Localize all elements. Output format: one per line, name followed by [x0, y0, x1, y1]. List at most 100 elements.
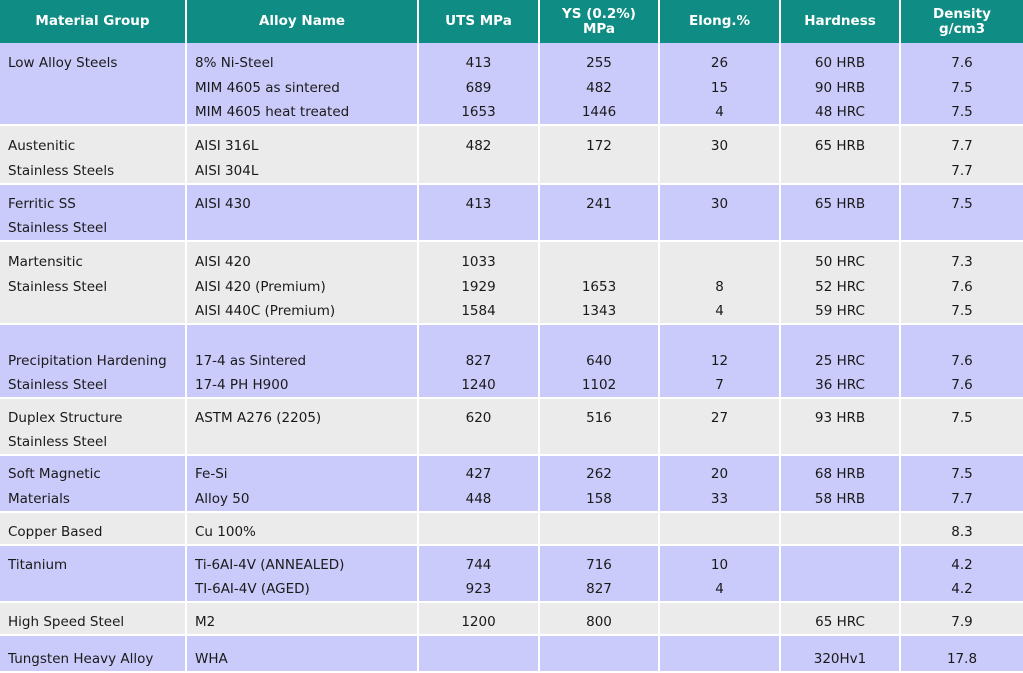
alloy-name-line: AISI 420 (Premium) — [195, 279, 326, 295]
ys-cell — [539, 635, 660, 672]
density-cell: 7.5 — [900, 184, 1023, 241]
material-group-cell: Titanium — [0, 545, 187, 602]
density-line: 7.7 — [951, 138, 973, 154]
uts-line: 827 — [465, 353, 492, 369]
ys-line: 262 — [586, 466, 612, 482]
material-properties-table: Material Group Alloy Name UTS MPa YS (0.… — [0, 0, 1023, 673]
ys-cell: 516 — [539, 398, 660, 455]
density-line: 7.6 — [951, 279, 973, 295]
material-group-cell: Austenitic Stainless Steels — [0, 125, 187, 184]
material-group-line: Stainless Steel — [8, 377, 108, 393]
table-row: Martensitic Stainless Steel AISI 420 AISI 4… — [0, 241, 1023, 324]
alloy-name-cell: AISI 316L AISI 304L — [186, 125, 419, 184]
ys-line: 482 — [586, 80, 612, 96]
ys-line: 1653 — [581, 279, 617, 295]
uts-line: 689 — [465, 80, 492, 96]
header-ys: YS (0.2%) MPa — [539, 0, 660, 43]
table-row: High Speed Steel M2 1200 800 65 HRC 7.9 — [0, 602, 1023, 635]
uts-cell: 482 — [418, 125, 540, 184]
table-row: Low Alloy Steels 8% Ni-Steel MIM 4605 as s… — [0, 43, 1023, 125]
hardness-cell: 65 HRB — [780, 184, 901, 241]
alloy-name-cell: M2 — [186, 602, 419, 635]
uts-cell — [418, 512, 540, 545]
ys-line: 1102 — [581, 377, 617, 393]
uts-line: 1929 — [461, 279, 496, 295]
density-line: 7.6 — [951, 55, 973, 71]
density-line: 7.6 — [951, 353, 973, 369]
ys-cell: 255 482 1446 — [539, 43, 660, 125]
alloy-name-line — [195, 430, 417, 454]
material-group-cell: Duplex Structure Stainless Steel — [0, 398, 187, 455]
density-line: 7.7 — [951, 491, 973, 507]
hardness-line: 68 HRB — [814, 466, 866, 482]
elongation-line: 20 — [710, 466, 729, 482]
ys-line: 172 — [586, 138, 612, 154]
uts-line: 744 — [465, 557, 492, 573]
table-row: Tungsten Heavy Alloy WHA 320Hv1 17.8 — [0, 635, 1023, 672]
material-group-line: Titanium — [8, 557, 68, 573]
table-row: Precipitation Hardening Stainless Steel 17… — [0, 324, 1023, 398]
alloy-name-line: AISI 304L — [195, 163, 259, 179]
uts-cell: 1033 1929 1584 — [418, 241, 540, 324]
elongation-cell: 84 — [659, 241, 781, 324]
hardness-line: 48 HRC — [815, 104, 865, 120]
alloy-name-line: AISI 420 — [195, 254, 251, 270]
elongation-cell: 12 7 — [659, 324, 781, 398]
density-line: 7.3 — [951, 254, 973, 270]
alloy-name-line: WHA — [195, 651, 228, 667]
alloy-name-cell: Fe-Si Alloy 50 — [186, 455, 419, 512]
alloy-name-line: Alloy 50 — [195, 491, 250, 507]
material-group-line: Stainless Steels — [8, 163, 115, 179]
alloy-name-line: 17-4 as Sintered — [195, 353, 307, 369]
hardness-line: 60 HRB — [814, 55, 866, 71]
header-uts: UTS MPa — [418, 0, 540, 43]
uts-line: 448 — [465, 491, 492, 507]
density-line: 4.2 — [951, 581, 973, 597]
uts-line: 1033 — [461, 254, 496, 270]
header-hardness: Hardness — [780, 0, 901, 43]
material-group-line: Tungsten Heavy Alloy — [8, 651, 154, 667]
alloy-name-line: MIM 4605 as sintered — [195, 80, 340, 96]
alloy-name-line: 8% Ni-Steel — [195, 55, 274, 71]
density-line: 17.8 — [946, 651, 978, 667]
header-row: Material Group Alloy Name UTS MPa YS (0.… — [0, 0, 1023, 43]
density-line: 7.5 — [951, 196, 973, 212]
density-line: 7.5 — [951, 303, 973, 319]
alloy-name-cell: WHA — [186, 635, 419, 672]
ys-line: 1343 — [581, 303, 617, 319]
ys-line: 827 — [586, 581, 612, 597]
elongation-line: 4 — [715, 104, 724, 120]
ys-line: 255 — [586, 55, 612, 71]
hardness-cell: 65 HRB — [780, 125, 901, 184]
uts-cell: 827 1240 — [418, 324, 540, 398]
density-line: 8.3 — [951, 524, 973, 540]
alloy-name-line: ASTM A276 (2205) — [195, 410, 322, 426]
ys-line: 158 — [586, 491, 612, 507]
table-row: Duplex Structure Stainless Steel ASTM A276… — [0, 398, 1023, 455]
uts-line: 413 — [465, 55, 492, 71]
density-cell: 7.6 7.6 — [900, 324, 1023, 398]
material-group-line — [8, 100, 185, 124]
uts-line: 427 — [465, 466, 492, 482]
material-group-line: Stainless Steel — [8, 220, 108, 236]
ys-line: 800 — [586, 614, 612, 630]
ys-line: 1446 — [581, 104, 617, 120]
elongation-cell: 27 — [659, 398, 781, 455]
uts-line: 1653 — [461, 104, 496, 120]
ys-line: 516 — [586, 410, 612, 426]
elongation-line: 4 — [715, 581, 724, 597]
alloy-name-cell: Cu 100% — [186, 512, 419, 545]
hardness-cell: 93 HRB — [780, 398, 901, 455]
ys-cell: 241 — [539, 184, 660, 241]
uts-line: 1584 — [461, 303, 496, 319]
material-group-line — [8, 76, 185, 100]
alloy-name-line: Fe-Si — [195, 466, 228, 482]
hardness-cell: 68 HRB 58 HRB — [780, 455, 901, 512]
material-group-line: Copper Based — [8, 524, 103, 540]
table-row: Ferritic SS Stainless Steel AISI 430 413 241… — [0, 184, 1023, 241]
uts-cell: 413 — [418, 184, 540, 241]
elongation-line: 10 — [710, 557, 729, 573]
material-group-line: Precipitation Hardening — [8, 353, 167, 369]
material-group-cell: Martensitic Stainless Steel — [0, 241, 187, 324]
alloy-name-cell: Ti-6AI-4V (ANNEALED) TI-6AI-4V (AGED) — [186, 545, 419, 602]
